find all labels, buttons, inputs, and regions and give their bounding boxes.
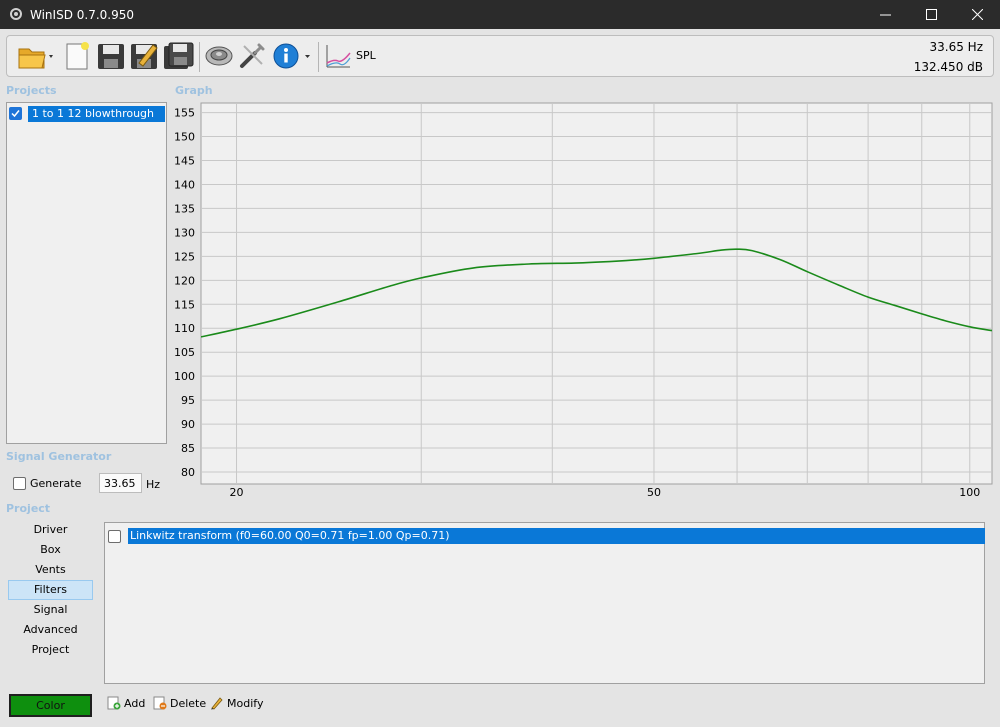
x-tick-label: 100	[959, 486, 980, 499]
minimize-button[interactable]	[862, 0, 908, 29]
signal-generator-label: Signal Generator	[6, 450, 112, 463]
color-button[interactable]: Color	[9, 694, 92, 717]
delete-icon	[153, 696, 167, 710]
speaker-driver-icon	[205, 46, 233, 66]
close-button[interactable]	[954, 0, 1000, 29]
open-folder-icon	[18, 48, 53, 69]
generate-checkbox[interactable]	[13, 477, 26, 490]
filter-item[interactable]: Linkwitz transform (f0=60.00 Q0=0.71 fp=…	[108, 528, 985, 544]
info-button[interactable]	[270, 40, 314, 72]
y-tick-label: 110	[174, 322, 195, 335]
nav-item-signal[interactable]: Signal	[8, 600, 93, 620]
project-section-label: Project	[6, 502, 51, 515]
modify-pencil-icon	[211, 697, 223, 710]
x-tick-label: 20	[230, 486, 244, 499]
signal-frequency-unit: Hz	[146, 478, 161, 491]
x-tick-label: 50	[647, 486, 661, 499]
maximize-button[interactable]	[908, 0, 954, 29]
nav-item-filters[interactable]: Filters	[8, 580, 93, 600]
project-nav: Driver Box Vents Filters Signal Advanced…	[8, 520, 93, 660]
save-all-button[interactable]	[161, 40, 195, 72]
frequency-readout: 33.65 Hz	[929, 40, 984, 54]
spl-graph-icon	[326, 45, 351, 68]
nav-item-driver[interactable]: Driver	[8, 520, 93, 540]
spl-label: SPL	[356, 49, 376, 62]
info-icon	[273, 43, 310, 69]
spl-graph-button[interactable]	[323, 40, 353, 72]
y-tick-label: 95	[181, 394, 195, 407]
spl-chart[interactable]: 80 85 90 95 100 105 110 115 120 125 130 135 140 145 15…	[170, 100, 994, 500]
toolbar-separator	[199, 42, 200, 72]
signal-frequency-input[interactable]	[99, 473, 142, 493]
y-tick-label: 135	[174, 202, 195, 215]
y-tick-label: 125	[174, 250, 195, 263]
app-icon	[10, 8, 22, 20]
open-button[interactable]	[13, 40, 59, 72]
filters-list[interactable]: Linkwitz transform (f0=60.00 Q0=0.71 fp=…	[104, 522, 985, 684]
project-item-label: 1 to 1 12 blowthrough	[28, 105, 165, 122]
toolbar-separator	[318, 42, 319, 72]
y-tick-label: 105	[174, 346, 195, 359]
nav-item-advanced[interactable]: Advanced	[8, 620, 93, 640]
add-label: Add	[124, 696, 146, 710]
y-tick-label: 140	[174, 178, 195, 191]
toolbar: SPL 33.65 Hz 132.450 dB	[6, 35, 994, 77]
filter-item-label: Linkwitz transform (f0=60.00 Q0=0.71 fp=…	[128, 528, 985, 544]
modify-label: Modify	[227, 696, 264, 710]
maximize-icon	[925, 9, 937, 20]
project-item[interactable]: 1 to 1 12 blowthrough	[9, 105, 165, 122]
projects-label: Projects	[6, 84, 57, 97]
checkmark-icon	[11, 110, 20, 118]
tools-button[interactable]	[236, 40, 268, 72]
generate-checkbox-row[interactable]: Generate	[13, 477, 81, 490]
y-tick-label: 85	[181, 442, 195, 455]
filter-checkbox[interactable]	[108, 529, 121, 543]
tools-icon	[240, 43, 265, 68]
y-tick-label: 150	[174, 131, 195, 144]
spl-graph[interactable]: 80 85 90 95 100 105 110 115 120 125 130 135 140 145 15…	[170, 100, 994, 500]
nav-item-box[interactable]: Box	[8, 540, 93, 560]
new-document-icon	[66, 42, 89, 70]
window-title: WinISD 0.7.0.950	[30, 8, 135, 22]
y-tick-label: 115	[174, 298, 195, 311]
y-tick-label: 120	[174, 274, 195, 287]
save-icon	[98, 44, 124, 69]
title-bar: WinISD 0.7.0.950	[0, 0, 1000, 29]
minimize-icon	[879, 14, 891, 16]
y-tick-label: 130	[174, 226, 195, 239]
delete-filter-button[interactable]: Delete	[153, 696, 206, 710]
delete-label: Delete	[170, 696, 207, 710]
generate-label: Generate	[30, 477, 82, 490]
y-tick-label: 80	[181, 466, 195, 479]
new-button[interactable]	[63, 40, 93, 72]
db-readout: 132.450 dB	[913, 60, 983, 74]
graph-label: Graph	[175, 84, 213, 97]
save-button[interactable]	[95, 40, 127, 72]
y-tick-label: 100	[174, 370, 195, 383]
y-tick-label: 145	[174, 155, 195, 168]
projects-list[interactable]: 1 to 1 12 blowthrough	[6, 102, 167, 444]
add-filter-button[interactable]: Add	[107, 696, 145, 710]
save-as-icon	[131, 44, 158, 69]
save-as-button[interactable]	[128, 40, 160, 72]
close-icon	[971, 9, 983, 20]
y-tick-label: 155	[174, 107, 195, 120]
save-all-icon	[164, 42, 194, 69]
project-checkbox[interactable]	[9, 107, 22, 120]
nav-item-project[interactable]: Project	[8, 640, 93, 660]
modify-filter-button[interactable]: Modify	[210, 696, 263, 710]
add-icon	[107, 696, 121, 710]
nav-item-vents[interactable]: Vents	[8, 560, 93, 580]
driver-button[interactable]	[203, 40, 235, 72]
y-tick-label: 90	[181, 418, 195, 431]
